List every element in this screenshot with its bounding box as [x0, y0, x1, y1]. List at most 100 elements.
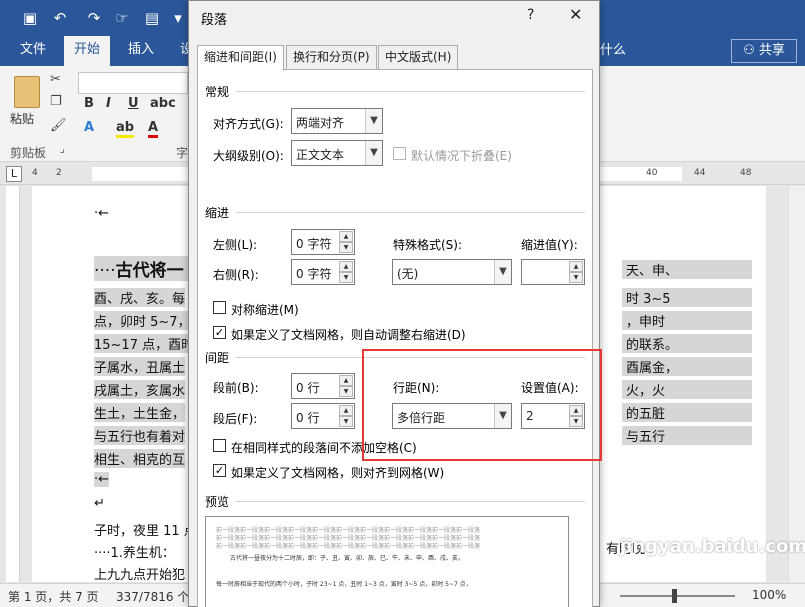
redo-icon[interactable]: ↷ [84, 8, 104, 28]
indent-by-input[interactable]: ▲ ▼ [521, 259, 585, 285]
zoom-slider[interactable] [620, 595, 735, 597]
indent-by-label: 缩进值(Y): [521, 238, 578, 252]
mirror-indents-label: 对称缩进(M) [231, 303, 299, 317]
font-color-icon[interactable]: A [148, 120, 159, 138]
space-after-label: 段后(F): [213, 412, 258, 426]
touch-mode-icon[interactable]: ☞ [112, 8, 132, 28]
tab-file[interactable]: 文件 [10, 36, 56, 66]
preview-prev-paragraph: 前一段落前一段落前一段落前一段落前一段落前一段落前一段落前一段落前一段落前一段落… [216, 543, 481, 550]
mirror-indents-checkbox[interactable] [213, 301, 226, 314]
left-indent-input[interactable]: 0 字符 ▲ ▼ [291, 229, 355, 255]
italic-icon[interactable]: I [106, 96, 111, 111]
doc-line: 子属水，丑属土 [94, 357, 186, 376]
space-before-input[interactable]: 0 行 ▲ ▼ [291, 373, 355, 399]
doc-line: 与五行也有着对 [94, 426, 186, 445]
space-after-input[interactable]: 0 行 ▲ ▼ [291, 403, 355, 429]
spin-up-icon[interactable]: ▲ [569, 261, 583, 272]
clipboard-launcher-icon[interactable]: ⌟ [60, 144, 65, 155]
vertical-ruler [6, 186, 20, 582]
doc-line-right: ，申时 [622, 311, 752, 330]
ruler-mark: 40 [646, 168, 658, 178]
underline-icon[interactable]: U [128, 96, 139, 111]
customize-toolbar-icon[interactable]: ▾ [168, 8, 188, 28]
help-icon[interactable]: ? [527, 7, 534, 23]
tell-me-box[interactable]: 什么 [600, 36, 626, 66]
highlight-icon[interactable]: ab [116, 120, 135, 138]
divider [235, 212, 585, 213]
spin-down-icon[interactable]: ▼ [339, 242, 353, 253]
ruler-mark: 2 [56, 168, 62, 178]
section-indentation: 缩进 [205, 206, 230, 220]
outline-level-value: 正文文本 [296, 148, 345, 162]
doc-line-right: 的五脏 [622, 403, 752, 422]
dialog-title: 段落 [201, 13, 228, 28]
format-painter-icon[interactable]: 🖌 [50, 118, 67, 133]
doc-line: 生土，土生金， [94, 403, 186, 422]
paste-icon[interactable] [14, 76, 40, 108]
special-indent-select[interactable]: (无) ▼ [392, 259, 512, 285]
doc-line: ↵ [94, 496, 105, 511]
tab-asian-typography[interactable]: 中文版式(H) [378, 45, 459, 70]
spin-down-icon[interactable]: ▼ [569, 272, 583, 283]
alignment-value: 两端对齐 [296, 116, 345, 130]
text-effects-icon[interactable]: A [84, 120, 94, 135]
doc-line: 酉、戌、亥。每 [94, 288, 186, 307]
share-label: 共享 [758, 43, 785, 58]
share-button[interactable]: ⚇ 共享 [731, 39, 797, 63]
spin-down-icon[interactable]: ▼ [339, 386, 353, 397]
zoom-level[interactable]: 100% [752, 588, 786, 602]
tab-indents-spacing[interactable]: 缩进和间距(I) [197, 45, 284, 71]
auto-adjust-indent-label: 如果定义了文档网格，则自动调整右缩进(D) [231, 328, 466, 342]
copy-icon[interactable]: ❐ [50, 94, 62, 109]
alignment-label: 对齐方式(G): [213, 117, 284, 131]
doc-line-right: 时 3~5 [622, 288, 752, 307]
doc-line: 相生、相克的互 [94, 449, 186, 468]
close-icon[interactable]: ✕ [569, 5, 582, 24]
word-count[interactable]: 337/7816 个 [116, 588, 189, 605]
vertical-scrollbar[interactable] [788, 186, 805, 582]
chevron-down-icon: ▼ [494, 260, 511, 284]
save-icon[interactable]: ▣ [20, 8, 40, 28]
spin-down-icon[interactable]: ▼ [339, 416, 353, 427]
strikethrough-icon[interactable]: abc [150, 96, 176, 111]
bold-icon[interactable]: B [84, 96, 94, 111]
spin-up-icon[interactable]: ▲ [339, 261, 353, 272]
doc-line: 子时，夜里 11 点 [94, 524, 197, 539]
outline-level-label: 大纲级别(O): [213, 149, 284, 163]
font-name-box[interactable] [78, 72, 188, 94]
auto-adjust-indent-checkbox[interactable]: ✓ [213, 326, 226, 339]
undo-icon[interactable]: ↶ [50, 8, 70, 28]
no-space-same-style-checkbox[interactable] [213, 439, 226, 452]
tab-selector[interactable]: L [6, 166, 22, 182]
doc-line-right: 天、申、 [622, 260, 752, 279]
preview-box: 前一段落前一段落前一段落前一段落前一段落前一段落前一段落前一段落前一段落前一段落… [205, 516, 569, 607]
ruler-mark: 4 [32, 168, 38, 178]
tab-home[interactable]: 开始 [64, 36, 111, 66]
doc-line: 戌属土，亥属水 [94, 380, 186, 399]
tab-insert[interactable]: 插入 [118, 36, 164, 66]
paste-button-label[interactable]: 粘贴 [10, 110, 34, 127]
right-indent-value: 0 字符 [296, 267, 332, 281]
right-indent-input[interactable]: 0 字符 ▲ ▼ [291, 259, 355, 285]
alignment-select[interactable]: 两端对齐 ▼ [291, 108, 383, 134]
spin-up-icon[interactable]: ▲ [339, 405, 353, 416]
section-spacing: 间距 [205, 351, 230, 365]
doc-line-right: 的联系。 [622, 334, 752, 353]
ruler-mark: 48 [740, 168, 752, 178]
zoom-slider-thumb[interactable] [672, 589, 677, 603]
page-count[interactable]: 第 1 页，共 7 页 [8, 588, 99, 605]
doc-line: 上九九点开始犯 [94, 568, 186, 582]
special-indent-value: (无) [397, 267, 419, 281]
cut-icon[interactable]: ✂ [50, 72, 61, 87]
outline-level-select[interactable]: 正文文本 ▼ [291, 140, 383, 166]
spin-down-icon[interactable]: ▼ [339, 272, 353, 283]
spin-up-icon[interactable]: ▲ [339, 231, 353, 242]
divider [235, 501, 585, 502]
spin-up-icon[interactable]: ▲ [339, 375, 353, 386]
print-preview-icon[interactable]: ▤ [142, 8, 162, 28]
heading-prefix: ···· [94, 261, 116, 281]
snap-to-grid-checkbox[interactable]: ✓ [213, 464, 226, 477]
clipboard-group-label: 剪贴板 [10, 146, 47, 160]
tab-line-page-breaks[interactable]: 换行和分页(P) [286, 45, 377, 70]
collapse-checkbox[interactable] [393, 147, 406, 160]
